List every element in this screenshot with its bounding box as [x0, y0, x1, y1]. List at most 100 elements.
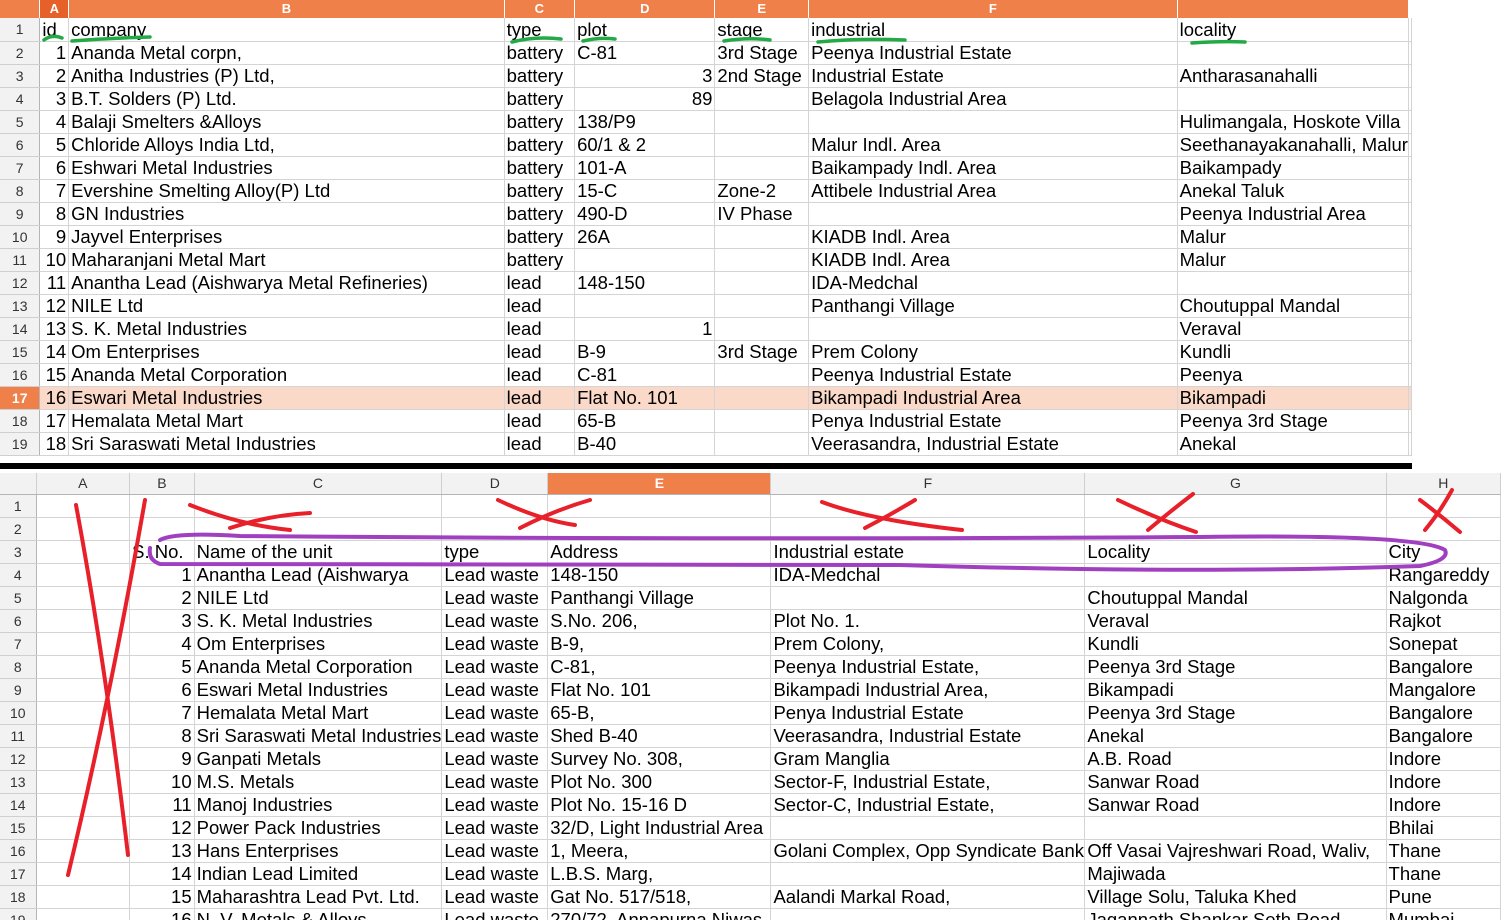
cell-type[interactable]: lead [504, 409, 576, 433]
cell-id[interactable]: 2 [39, 64, 70, 88]
cell-stage[interactable]: Zone-2 [714, 179, 810, 203]
cell-col-h[interactable]: Bangalore [1385, 655, 1501, 679]
cell-col-e[interactable] [547, 494, 772, 518]
cell-col-b[interactable]: S. No. [129, 540, 195, 564]
cell-col-b[interactable]: 2 [129, 586, 195, 610]
cell-type[interactable]: battery [504, 64, 576, 88]
row-header[interactable]: 9 [0, 202, 41, 226]
cell-id[interactable]: 10 [39, 248, 70, 272]
cell-col-d[interactable]: Lead waste [441, 563, 549, 587]
cell-industrial[interactable]: Penya Industrial Estate [808, 409, 1178, 433]
cell-type[interactable]: battery [504, 110, 576, 134]
column-header-f[interactable]: F [808, 0, 1178, 18]
cell-id[interactable]: 16 [39, 386, 70, 410]
cell-col-b[interactable]: 16 [129, 908, 195, 920]
cell-col-g[interactable]: Sanwar Road [1084, 770, 1387, 794]
row-header[interactable]: 18 [0, 885, 37, 909]
cell-col-d[interactable]: Lead waste [441, 701, 549, 725]
cell-industrial[interactable]: Veerasandra, Industrial Estate [808, 432, 1178, 456]
row-header[interactable]: 5 [0, 586, 37, 610]
column-header-c[interactable]: C [194, 473, 443, 495]
cell-locality[interactable]: Seethanayakanahalli, Malur [1177, 133, 1410, 157]
cell-col-h[interactable]: Mangalore [1385, 678, 1501, 702]
cell-plot[interactable]: 26A [574, 225, 716, 249]
cell-industrial[interactable] [808, 110, 1178, 134]
cell-col-g[interactable]: Majiwada [1084, 862, 1387, 886]
cell-type[interactable]: battery [504, 133, 576, 157]
cell-plot[interactable] [574, 248, 716, 272]
cell-company[interactable]: Maharanjani Metal Mart [68, 248, 505, 272]
cell-industrial[interactable]: Attibele Industrial Area [808, 179, 1178, 203]
cell-col-d[interactable]: Lead waste [441, 747, 549, 771]
cell-id[interactable]: 18 [39, 432, 70, 456]
cell-industrial[interactable]: Bikampadi Industrial Area [808, 386, 1178, 410]
cell-empty[interactable] [1408, 41, 1412, 65]
cell-company[interactable]: NILE Ltd [68, 294, 505, 318]
cell-stage[interactable] [714, 133, 810, 157]
row-header[interactable]: 19 [0, 432, 41, 456]
cell-col-e[interactable]: L.B.S. Marg, [547, 862, 772, 886]
cell-col-f[interactable] [770, 908, 1086, 920]
cell-col-a[interactable] [36, 816, 131, 840]
cell-stage[interactable] [714, 248, 810, 272]
cell-col-e[interactable]: 270/72, Annapurna Niwas [547, 908, 772, 920]
cell-col-d[interactable] [441, 517, 549, 541]
select-all-corner[interactable] [0, 473, 37, 495]
cell-col-c[interactable]: Manoj Industries [194, 793, 443, 817]
cell-stage[interactable] [714, 432, 810, 456]
cell-id[interactable]: 15 [39, 363, 70, 387]
cell-locality[interactable]: Malur [1177, 248, 1410, 272]
row-header[interactable]: 10 [0, 225, 41, 249]
cell-stage[interactable]: 3rd Stage [714, 340, 810, 364]
row-header[interactable]: 2 [0, 517, 37, 541]
cell-col-d[interactable]: Lead waste [441, 816, 549, 840]
cell-empty[interactable] [1408, 156, 1412, 180]
cell-col-b[interactable]: 12 [129, 816, 195, 840]
cell-empty[interactable] [1408, 271, 1412, 295]
cell-industrial[interactable]: Prem Colony [808, 340, 1178, 364]
select-all-corner[interactable] [0, 0, 41, 18]
column-header-g[interactable]: G [1084, 473, 1387, 495]
row-header[interactable]: 9 [0, 678, 37, 702]
row-header[interactable]: 1 [0, 494, 37, 518]
cell-col-e[interactable]: 148-150 [547, 563, 772, 587]
row-header[interactable]: 14 [0, 317, 41, 341]
cell-industrial[interactable]: KIADB Indl. Area [808, 248, 1178, 272]
cell-plot[interactable]: 148-150 [574, 271, 716, 295]
column-header-b[interactable]: B [129, 473, 195, 495]
cell-plot[interactable] [574, 294, 716, 318]
cell-locality[interactable]: Hulimangala, Hoskote Villa [1177, 110, 1410, 134]
cell-col-c[interactable]: N. V. Metals & Alloys [194, 908, 443, 920]
cell-col-e[interactable]: Plot No. 15-16 D [547, 793, 772, 817]
column-header-a[interactable]: A [36, 473, 131, 495]
cell-col-e[interactable]: Shed B-40 [547, 724, 772, 748]
cell-locality[interactable] [1177, 87, 1410, 111]
cell-stage[interactable] [714, 87, 810, 111]
cell-col-f[interactable] [770, 586, 1086, 610]
cell-col-e[interactable] [547, 517, 772, 541]
cell-col-b[interactable]: 13 [129, 839, 195, 863]
cell-locality[interactable] [1177, 41, 1410, 65]
cell-stage[interactable] [714, 110, 810, 134]
cell-locality[interactable]: Peenya 3rd Stage [1177, 409, 1410, 433]
cell-locality[interactable] [1177, 271, 1410, 295]
row-header[interactable]: 1 [0, 18, 41, 42]
cell-col-f[interactable]: Bikampadi Industrial Area, [770, 678, 1086, 702]
cell-id[interactable]: 7 [39, 179, 70, 203]
cell-col-c[interactable]: Sri Saraswati Metal Industries [194, 724, 443, 748]
cell-company[interactable]: Ananda Metal Corporation [68, 363, 505, 387]
cell-company[interactable]: Om Enterprises [68, 340, 505, 364]
cell-col-h[interactable]: Bhilai [1385, 816, 1501, 840]
cell-empty[interactable] [1408, 202, 1412, 226]
cell-col-h[interactable]: Pune [1385, 885, 1501, 909]
cell-company[interactable]: S. K. Metal Industries [68, 317, 505, 341]
cell-col-b[interactable]: 3 [129, 609, 195, 633]
cell-empty[interactable] [1408, 294, 1412, 318]
cell-empty[interactable] [1408, 340, 1412, 364]
cell-col-g[interactable]: Locality [1084, 540, 1387, 564]
cell-plot[interactable]: 65-B [574, 409, 716, 433]
cell-company[interactable]: B.T. Solders (P) Ltd. [68, 87, 505, 111]
cell-col-a[interactable] [36, 839, 131, 863]
cell-plot[interactable]: 60/1 & 2 [574, 133, 716, 157]
cell-col-g[interactable] [1084, 517, 1387, 541]
